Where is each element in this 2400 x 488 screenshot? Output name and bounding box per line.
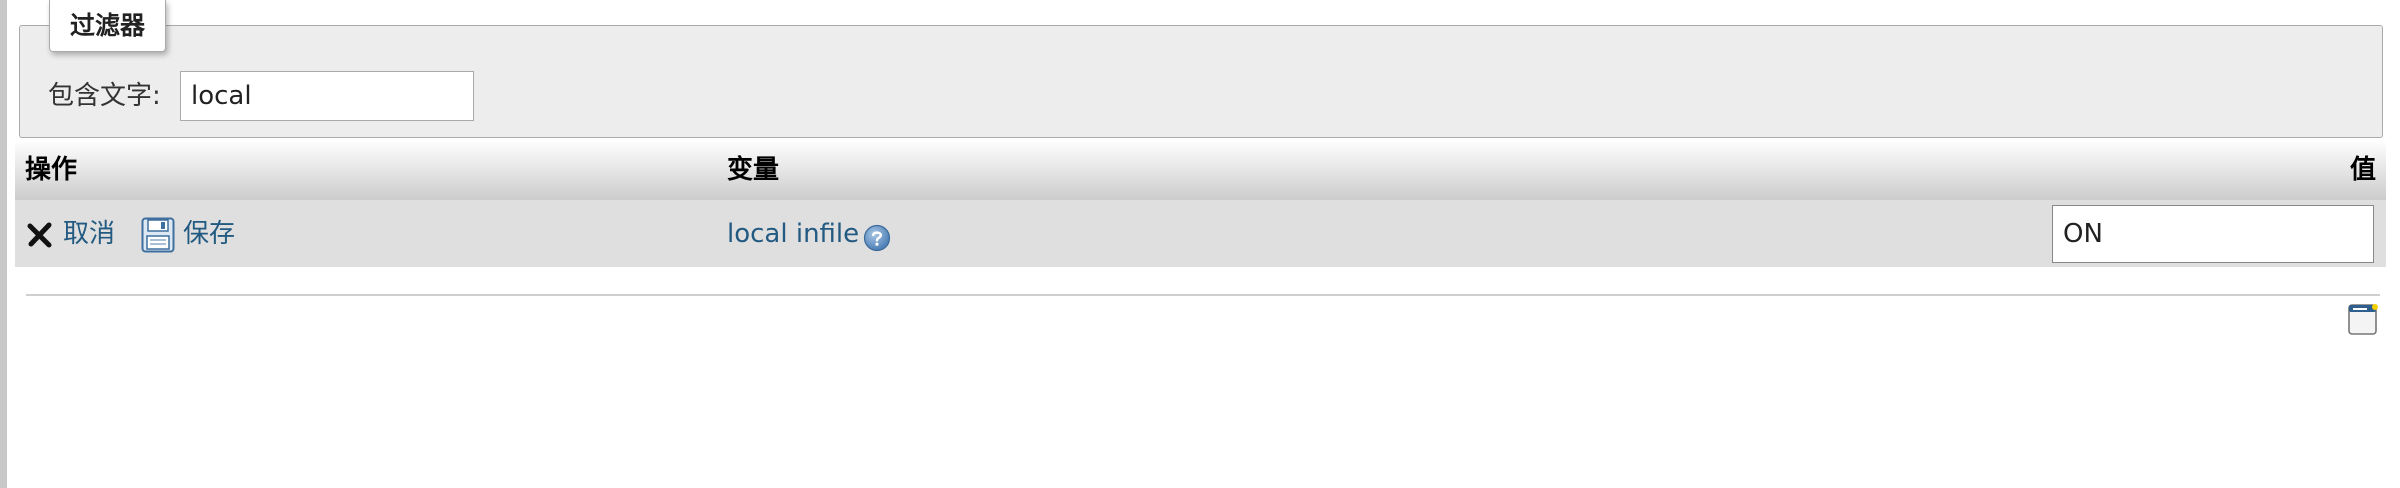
filter-text-input[interactable] (180, 71, 474, 121)
filter-contains-label: 包含文字: (48, 81, 161, 111)
left-border (0, 0, 7, 488)
variable-name-link[interactable]: local infile (727, 216, 859, 252)
header-value: 值 (2349, 155, 2376, 185)
close-x-icon[interactable] (27, 222, 53, 248)
table-row: 取消 保存 local infile (15, 200, 2386, 267)
header-variable: 变量 (727, 155, 780, 185)
window-panel-icon[interactable] (2347, 302, 2379, 336)
table-header: 操作 变量 值 (15, 140, 2386, 200)
section-divider (26, 294, 2380, 296)
filter-legend: 过滤器 (49, 0, 167, 52)
header-action: 操作 (25, 155, 78, 185)
help-question-icon[interactable] (863, 224, 891, 252)
floppy-disk-icon[interactable] (141, 217, 175, 253)
cancel-link[interactable]: 取消 (63, 216, 115, 252)
save-link[interactable]: 保存 (183, 216, 235, 252)
variable-value-input[interactable] (2052, 205, 2374, 263)
variables-page: 过滤器 包含文字: 操作 变量 值 取消 保存 local infile (0, 0, 2400, 488)
